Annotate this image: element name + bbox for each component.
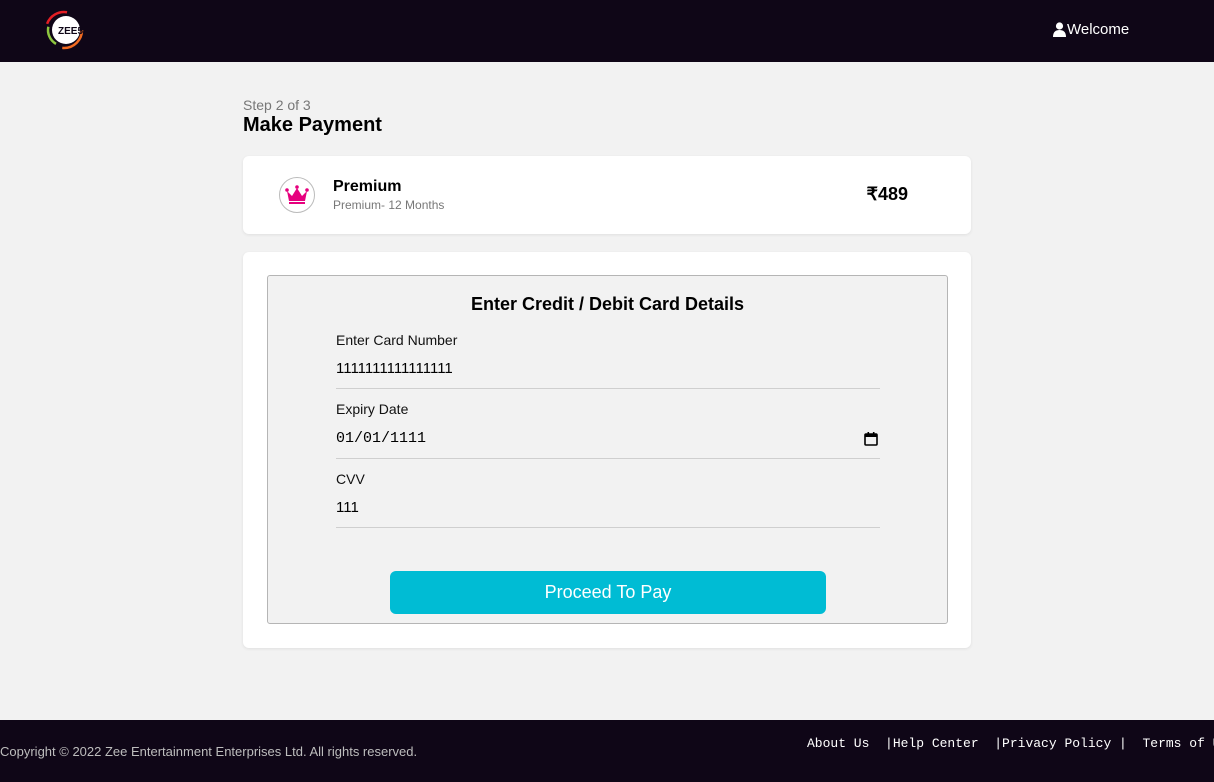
welcome-user-menu[interactable]: Welcome [1053,20,1129,38]
footer: Copyright © 2022 Zee Entertainment Enter… [0,720,1214,782]
plan-name: Premium [333,178,402,195]
expiry-date-label: Expiry Date [336,401,409,417]
logo-text: ZEE5 [58,26,83,37]
crown-icon [285,185,309,204]
footer-link-help-center[interactable]: |Help Center [885,736,994,751]
footer-link-privacy-policy[interactable]: |Privacy Policy | [994,736,1142,751]
card-number-label: Enter Card Number [336,332,458,348]
footer-links: About Us |Help Center |Privacy Policy | … [807,736,1214,751]
step-indicator: Step 2 of 3 [243,97,311,113]
plan-description: Premium- 12 Months [333,198,445,212]
zee5-logo[interactable]: ZEE5 [44,8,88,52]
footer-link-about-us[interactable]: About Us [807,736,885,751]
page-title: Make Payment [243,114,382,136]
welcome-label: Welcome [1067,20,1130,38]
expiry-date-value: 01/01/1111 [336,430,427,447]
expiry-date-input[interactable]: 01/01/1111 [336,419,880,459]
card-number-value: 1111111111111111 [336,360,453,377]
payment-card: Enter Credit / Debit Card Details Enter … [243,252,971,648]
calendar-icon[interactable] [864,432,878,446]
user-icon [1053,21,1066,37]
plan-badge [279,177,315,213]
copyright-text: Copyright © 2022 Zee Entertainment Enter… [0,744,418,759]
top-navbar: ZEE5 Welcome [0,0,1214,62]
card-number-input[interactable]: 1111111111111111 [336,349,880,389]
cvv-input[interactable]: 111 [336,488,880,528]
cvv-label: CVV [336,471,365,487]
cvv-value: 111 [336,499,359,516]
plan-price: ₹489 [866,184,908,204]
selected-plan-card: Premium Premium- 12 Months ₹489 [243,156,971,234]
footer-link-terms-of-use[interactable]: Terms of Use [1142,736,1214,751]
form-title: Enter Credit / Debit Card Details [470,294,745,314]
card-details-form: Enter Credit / Debit Card Details Enter … [267,275,948,624]
proceed-to-pay-button[interactable]: Proceed To Pay [390,571,826,614]
